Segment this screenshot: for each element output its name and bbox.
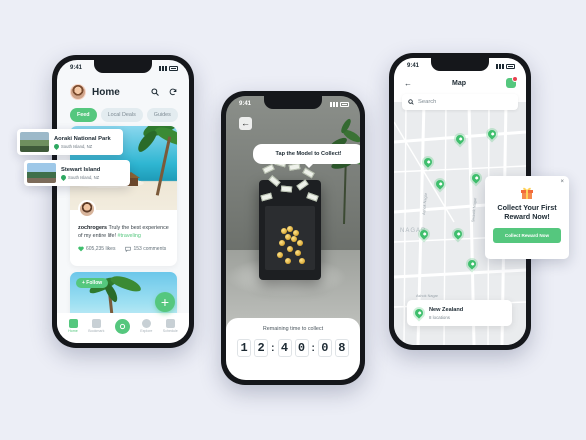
scan-icon — [119, 323, 125, 329]
timer-digit: 0 — [317, 339, 332, 357]
follow-button[interactable]: + Follow — [76, 278, 109, 288]
timer-label: Remaining time to collect — [262, 326, 324, 332]
signal-icon — [159, 65, 167, 71]
tab-guides[interactable]: Guides — [146, 108, 178, 122]
safe-interior — [265, 206, 315, 270]
place-thumbnail — [27, 163, 56, 183]
compass-icon — [141, 319, 151, 328]
bookmark-icon — [91, 319, 101, 328]
status-time: 9:41 — [239, 101, 252, 107]
nav-explore[interactable]: Explore — [140, 319, 152, 333]
search-input[interactable]: Search — [402, 94, 518, 110]
post-author-avatar[interactable] — [78, 200, 96, 218]
place-card-stewart[interactable]: Stewart Island South Island, NZ — [24, 160, 130, 186]
post-caption: zochrogers Truly the best experience of … — [78, 224, 169, 240]
back-arrow-icon[interactable]: ← — [404, 79, 412, 88]
post-username[interactable]: zochrogers — [78, 225, 107, 231]
location-count: 8 locations — [429, 314, 450, 320]
phone-ar: 9:41 ← Tap the Model to Collect! Remaini… — [221, 91, 365, 385]
place-subtitle: South Island, NZ — [68, 174, 100, 180]
instruction-bubble: Tap the Model to Collect! — [253, 144, 360, 168]
home-icon — [68, 319, 78, 328]
notification-icon[interactable] — [506, 76, 518, 88]
reward-title: Collect Your First Reward Now! — [497, 203, 557, 221]
location-pin-icon — [52, 142, 61, 150]
tab-feed[interactable]: Feed — [70, 108, 97, 122]
home-screen: 9:41 Home Feed Local Deals Guides zochro… — [57, 60, 189, 343]
comments-count: 153 comments — [133, 246, 167, 252]
search-icon[interactable] — [149, 86, 161, 98]
place-subtitle: South Island, NZ — [61, 143, 93, 149]
ar-treasure-model[interactable] — [259, 149, 321, 280]
map-header: ← Map — [404, 76, 518, 88]
status-time: 9:41 — [70, 65, 83, 71]
nav-schedule[interactable]: Schedule — [163, 319, 178, 333]
timer-digit: 1 — [237, 339, 252, 357]
signal-icon — [496, 63, 504, 69]
collect-timer-panel: Remaining time to collect 1 2 : 4 0 : 0 … — [226, 318, 360, 380]
back-button[interactable]: ← — [239, 117, 252, 130]
avatar[interactable] — [70, 84, 86, 100]
place-title: Stewart Island — [61, 166, 101, 173]
calendar-icon — [165, 319, 175, 328]
page-title: Map — [452, 79, 466, 87]
countdown-timer: 1 2 : 4 0 : 0 8 — [226, 339, 360, 357]
likes-count: 605,235 likes — [86, 246, 116, 252]
bottom-nav: Home Bookmark Explore Schedule — [57, 313, 189, 343]
page-title: Home — [92, 86, 120, 98]
tab-local-deals[interactable]: Local Deals — [100, 108, 143, 122]
status-bar: 9:41 — [70, 63, 178, 73]
gift-icon — [520, 186, 534, 199]
signal-icon — [330, 101, 338, 107]
comment-icon — [125, 246, 132, 252]
refresh-icon[interactable] — [167, 86, 179, 98]
search-placeholder: Search — [418, 99, 437, 105]
location-card[interactable]: New Zealand 8 locations — [407, 300, 512, 326]
like-button[interactable]: 605,235 likes — [78, 246, 115, 252]
battery-icon — [506, 63, 515, 69]
collect-reward-button[interactable]: Collect Reward Now — [493, 228, 561, 243]
location-pin-icon — [413, 307, 425, 319]
heart-icon — [78, 246, 84, 252]
status-bar: 9:41 — [239, 99, 349, 109]
timer-digit: 4 — [277, 339, 292, 357]
timer-digit: 2 — [254, 339, 269, 357]
comment-button[interactable]: 153 comments — [125, 246, 166, 252]
ar-screen: 9:41 ← Tap the Model to Collect! Remaini… — [226, 96, 360, 380]
timer-digit: 0 — [294, 339, 309, 357]
status-bar: 9:41 — [407, 61, 515, 71]
timer-digit: 8 — [334, 339, 349, 357]
search-icon — [408, 99, 414, 105]
location-pin-icon — [59, 173, 68, 181]
post-hashtag[interactable]: #traveling — [118, 233, 141, 239]
place-thumbnail — [20, 132, 49, 152]
battery-icon — [340, 101, 349, 107]
nav-home[interactable]: Home — [68, 319, 78, 333]
close-icon[interactable]: × — [560, 179, 564, 185]
reward-popup: × Collect Your First Reward Now! Collect… — [485, 176, 569, 259]
add-post-button[interactable]: + — [155, 292, 175, 312]
post-stats: 605,235 likes 153 comments — [78, 246, 166, 252]
nav-bookmark[interactable]: Bookmark — [88, 319, 104, 333]
status-time: 9:41 — [407, 63, 420, 69]
plant-decoration — [329, 118, 360, 224]
home-header: Home — [70, 81, 179, 103]
feed-tabs: Feed Local Deals Guides — [70, 108, 178, 122]
place-title: Aoraki National Park — [54, 135, 111, 142]
battery-icon — [169, 65, 178, 71]
place-card-aoraki[interactable]: Aoraki National Park South Island, NZ — [17, 129, 123, 155]
street-label: Ashok Nagar — [416, 294, 438, 298]
phone-home: 9:41 Home Feed Local Deals Guides zochro… — [52, 55, 194, 348]
location-title: New Zealand — [429, 306, 464, 313]
nav-scan-button[interactable] — [114, 318, 130, 334]
